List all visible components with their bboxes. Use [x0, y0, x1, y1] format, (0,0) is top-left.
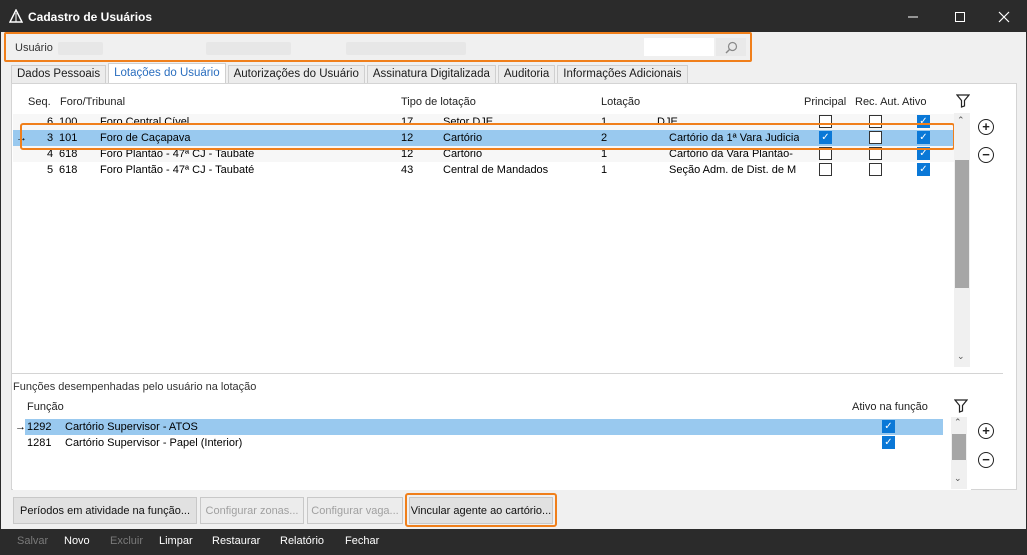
- cell-foro-code: 618: [59, 164, 78, 176]
- tab-strip: Dados Pessoais Lotações do Usuário Autor…: [11, 63, 690, 84]
- cell-seq: 5: [47, 164, 54, 176]
- user-search-label: Usuário: [15, 42, 53, 54]
- cell-lotacao: Seção Adm. de Dist. de M: [669, 164, 797, 176]
- cell-funcao-name: Cartório Supervisor - ATOS: [65, 421, 198, 433]
- table-row[interactable]: 5 618 Foro Plantão - 47ª CJ - Taubaté 43…: [13, 162, 954, 178]
- funcoes-section-title: Funções desempenhadas pelo usuário na lo…: [13, 381, 257, 393]
- tab-auditoria[interactable]: Auditoria: [497, 65, 556, 83]
- ativo-funcao-checkbox[interactable]: ✓: [882, 420, 895, 433]
- search-input[interactable]: [644, 38, 714, 56]
- scroll-up-icon[interactable]: ⌃: [954, 417, 962, 428]
- column-header-tipo[interactable]: Tipo de lotação: [401, 96, 476, 108]
- column-header-foro[interactable]: Foro/Tribunal: [60, 96, 125, 108]
- tab-autorizacoes-do-usuario[interactable]: Autorizações do Usuário: [227, 65, 365, 83]
- cell-lotacao-code: 1: [601, 164, 608, 176]
- lotacoes-scrollbar[interactable]: ⌃ ⌄: [954, 113, 970, 367]
- rec-aut-checkbox[interactable]: [869, 163, 882, 176]
- salvar-command[interactable]: Salvar: [17, 535, 48, 547]
- column-header-principal[interactable]: Principal: [804, 96, 846, 108]
- current-row-indicator: →: [15, 421, 26, 433]
- ativo-funcao-checkbox[interactable]: ✓: [882, 436, 895, 449]
- tab-informacoes-adicionais[interactable]: Informações Adicionais: [557, 65, 688, 83]
- highlight-vincular-button: [405, 493, 557, 527]
- scroll-down-icon[interactable]: ⌄: [954, 473, 962, 484]
- title-bar: Cadastro de Usuários: [1, 1, 1026, 32]
- plus-icon: +: [982, 119, 990, 134]
- configurar-zonas-button[interactable]: Configurar zonas...: [200, 497, 304, 524]
- column-header-seq[interactable]: Seq.: [28, 96, 51, 108]
- minus-icon: −: [982, 147, 990, 162]
- tab-lotacoes-do-usuario[interactable]: Lotações do Usuário: [108, 63, 226, 83]
- relatorio-command[interactable]: Relatório: [280, 535, 324, 547]
- column-header-funcao[interactable]: Função: [27, 401, 64, 413]
- scrollbar-thumb[interactable]: [952, 434, 966, 460]
- scrollbar-thumb[interactable]: [955, 160, 969, 288]
- redacted-field: [58, 42, 103, 55]
- maximize-button[interactable]: [937, 1, 983, 32]
- column-header-ativo[interactable]: Ativo: [902, 96, 926, 108]
- add-lotacao-button[interactable]: +: [978, 119, 994, 135]
- search-icon: [725, 41, 737, 53]
- cell-funcao-code: 1292: [27, 421, 52, 433]
- search-button[interactable]: [716, 38, 746, 56]
- column-header-ativo-funcao[interactable]: Ativo na função: [852, 401, 928, 413]
- plus-icon: +: [982, 423, 990, 438]
- close-icon: [998, 11, 1010, 22]
- ativo-checkbox[interactable]: ✓: [917, 163, 930, 176]
- filter-icon[interactable]: [956, 94, 970, 108]
- principal-checkbox[interactable]: [819, 163, 832, 176]
- redacted-field: [346, 42, 466, 55]
- minus-icon: −: [982, 452, 990, 467]
- restaurar-command[interactable]: Restaurar: [212, 535, 260, 547]
- command-bar: Salvar Novo Excluir Limpar Restaurar Rel…: [1, 529, 1026, 555]
- highlight-selected-row: [20, 123, 955, 150]
- cell-tipo: Central de Mandados: [443, 164, 549, 176]
- excluir-command[interactable]: Excluir: [110, 535, 143, 547]
- table-row[interactable]: 1281 Cartório Supervisor - Papel (Interi…: [25, 435, 943, 451]
- cell-funcao-name: Cartório Supervisor - Papel (Interior): [65, 437, 243, 449]
- remove-funcao-button[interactable]: −: [978, 452, 994, 468]
- redacted-field: [206, 42, 291, 55]
- fechar-command[interactable]: Fechar: [345, 535, 379, 547]
- periodos-atividade-button[interactable]: Períodos em atividade na função...: [13, 497, 197, 524]
- cell-funcao-code: 1281: [27, 437, 52, 449]
- novo-command[interactable]: Novo: [64, 535, 90, 547]
- close-button[interactable]: [981, 1, 1027, 32]
- minimize-icon: [908, 16, 918, 17]
- add-funcao-button[interactable]: +: [978, 423, 994, 439]
- tab-dados-pessoais[interactable]: Dados Pessoais: [11, 65, 107, 83]
- window-title: Cadastro de Usuários: [28, 10, 153, 24]
- limpar-command[interactable]: Limpar: [159, 535, 193, 547]
- column-header-rec-aut[interactable]: Rec. Aut.: [855, 96, 900, 108]
- cell-foro: Foro Plantão - 47ª CJ - Taubaté: [100, 164, 255, 176]
- section-divider: [11, 373, 1003, 374]
- user-search-bar: Usuário: [4, 32, 752, 62]
- remove-lotacao-button[interactable]: −: [978, 147, 994, 163]
- table-row-selected[interactable]: 1292 Cartório Supervisor - ATOS ✓: [25, 419, 943, 435]
- configurar-vaga-button[interactable]: Configurar vaga...: [307, 497, 403, 524]
- user-registration-window: Cadastro de Usuários Usuário Dados Pesso…: [0, 0, 1027, 555]
- maximize-icon: [955, 11, 965, 22]
- minimize-button[interactable]: [890, 1, 936, 32]
- app-logo-icon: [9, 9, 23, 23]
- cell-tipo-code: 43: [401, 164, 414, 176]
- scroll-down-icon[interactable]: ⌄: [957, 351, 965, 362]
- filter-icon[interactable]: [954, 399, 968, 413]
- tab-assinatura-digitalizada[interactable]: Assinatura Digitalizada: [366, 65, 496, 83]
- funcoes-scrollbar[interactable]: ⌃ ⌄: [951, 417, 967, 489]
- scroll-up-icon[interactable]: ⌃: [957, 115, 965, 126]
- column-header-lotacao[interactable]: Lotação: [601, 96, 640, 108]
